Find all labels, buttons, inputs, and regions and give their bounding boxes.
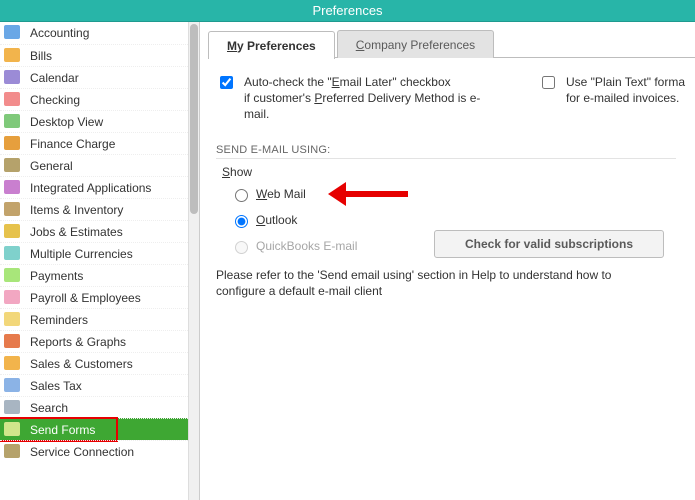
sidebar-item-label: Jobs & Estimates (30, 225, 123, 239)
search-icon (4, 400, 22, 416)
sidebar-item-label: Send Forms (30, 423, 95, 437)
sidebar-item-label: Reports & Graphs (30, 335, 126, 349)
sidebar-item-sales-tax[interactable]: Sales Tax (0, 374, 188, 396)
radio-web-mail-label: Web Mail (256, 187, 306, 201)
sidebar-item-calendar[interactable]: Calendar (0, 66, 188, 88)
sidebar-item-sales-customers[interactable]: Sales & Customers (0, 352, 188, 374)
tab-company-preferences[interactable]: Company Preferences (337, 30, 494, 58)
plain-text-format-checkbox[interactable] (542, 76, 555, 89)
sidebar-item-desktop-view[interactable]: Desktop View (0, 110, 188, 132)
sidebar-item-general[interactable]: General (0, 154, 188, 176)
sidebar-item-jobs-estimates[interactable]: Jobs & Estimates (0, 220, 188, 242)
sidebar-item-integrated-applications[interactable]: Integrated Applications (0, 176, 188, 198)
sidebar-item-reports-graphs[interactable]: Reports & Graphs (0, 330, 188, 352)
tab-my-preferences[interactable]: My Preferences (208, 31, 335, 59)
tab-body: Auto-check the "Email Later" checkbox if… (208, 58, 695, 299)
send-forms-icon (4, 422, 22, 438)
radio-web-mail-row[interactable]: Web Mail (230, 183, 695, 205)
sidebar-item-label: General (30, 159, 73, 173)
sidebar-item-label: Finance Charge (30, 137, 115, 151)
sidebar-item-send-forms[interactable]: Send Forms (0, 418, 188, 440)
sidebar-item-payments[interactable]: Payments (0, 264, 188, 286)
reminders-icon (4, 312, 22, 328)
radio-quickbooks-email (235, 241, 248, 254)
multiple-currencies-icon (4, 246, 22, 262)
payments-icon (4, 268, 22, 284)
payroll-employees-icon (4, 290, 22, 306)
sidebar-item-label: Reminders (30, 313, 88, 327)
service-connection-icon (4, 444, 22, 460)
window-title: Preferences (0, 0, 695, 22)
jobs-estimates-icon (4, 224, 22, 240)
show-label: Show (222, 165, 695, 179)
accounting-icon (4, 25, 22, 41)
sidebar-item-finance-charge[interactable]: Finance Charge (0, 132, 188, 154)
calendar-icon (4, 70, 22, 86)
sidebar-item-label: Sales & Customers (30, 357, 133, 371)
sidebar-item-reminders[interactable]: Reminders (0, 308, 188, 330)
sidebar-item-multiple-currencies[interactable]: Multiple Currencies (0, 242, 188, 264)
sidebar-item-service-connection[interactable]: Service Connection (0, 440, 188, 462)
tab-hotkey: M (227, 39, 237, 53)
sidebar-item-bills[interactable]: Bills (0, 44, 188, 66)
reports-graphs-icon (4, 334, 22, 350)
radio-outlook[interactable] (235, 215, 248, 228)
sidebar-item-label: Integrated Applications (30, 181, 151, 195)
finance-charge-icon (4, 136, 22, 152)
sidebar-item-accounting[interactable]: Accounting (0, 22, 188, 44)
help-text: Please refer to the 'Send email using' s… (216, 267, 656, 299)
sidebar-item-label: Sales Tax (30, 379, 82, 393)
sales-customers-icon (4, 356, 22, 372)
plain-text-format-label: Use "Plain Text" forma for e-mailed invo… (566, 74, 685, 106)
sidebar-item-label: Calendar (30, 71, 79, 85)
sidebar-scrollbar[interactable] (189, 22, 199, 500)
sidebar-item-label: Service Connection (30, 445, 134, 459)
sidebar: Accounting Bills Calendar Checking Deskt… (0, 22, 200, 500)
tabs: My Preferences Company Preferences (208, 30, 695, 58)
auto-check-email-later-checkbox[interactable] (220, 76, 233, 89)
general-icon (4, 158, 22, 174)
tab-label: ompany Preferences (364, 38, 475, 52)
send-email-using-group-label: SEND E-MAIL USING: (216, 144, 676, 159)
sales-tax-icon (4, 378, 22, 394)
plain-text-format-block: Use "Plain Text" forma for e-mailed invo… (538, 74, 685, 122)
sidebar-item-label: Payments (30, 269, 83, 283)
check-subscriptions-button[interactable]: Check for valid subscriptions (434, 230, 664, 258)
auto-check-email-later-label: Auto-check the "Email Later" checkbox if… (244, 74, 504, 122)
content-container: Accounting Bills Calendar Checking Deskt… (0, 22, 695, 500)
sidebar-scroll-thumb[interactable] (190, 24, 198, 214)
sidebar-item-label: Search (30, 401, 68, 415)
sidebar-item-label: Multiple Currencies (30, 247, 133, 261)
sidebar-item-label: Payroll & Employees (30, 291, 141, 305)
sidebar-item-label: Accounting (30, 26, 89, 40)
radio-quickbooks-email-label: QuickBooks E-mail (256, 239, 357, 253)
auto-check-email-later-block: Auto-check the "Email Later" checkbox if… (216, 74, 504, 122)
sidebar-item-label: Items & Inventory (30, 203, 123, 217)
tab-label: y Preferences (237, 39, 316, 53)
radio-outlook-label: Outlook (256, 213, 297, 227)
sidebar-item-items-inventory[interactable]: Items & Inventory (0, 198, 188, 220)
items-inventory-icon (4, 202, 22, 218)
bills-icon (4, 48, 22, 64)
radio-outlook-row[interactable]: Outlook (230, 209, 695, 231)
main-panel: My Preferences Company Preferences Auto-… (200, 22, 695, 500)
sidebar-item-label: Bills (30, 49, 52, 63)
sidebar-item-checking[interactable]: Checking (0, 88, 188, 110)
checking-icon (4, 92, 22, 108)
radio-web-mail[interactable] (235, 189, 248, 202)
sidebar-item-label: Desktop View (30, 115, 103, 129)
sidebar-item-search[interactable]: Search (0, 396, 188, 418)
sidebar-item-label: Checking (30, 93, 80, 107)
integrated-applications-icon (4, 180, 22, 196)
desktop-view-icon (4, 114, 22, 130)
sidebar-item-payroll-employees[interactable]: Payroll & Employees (0, 286, 188, 308)
